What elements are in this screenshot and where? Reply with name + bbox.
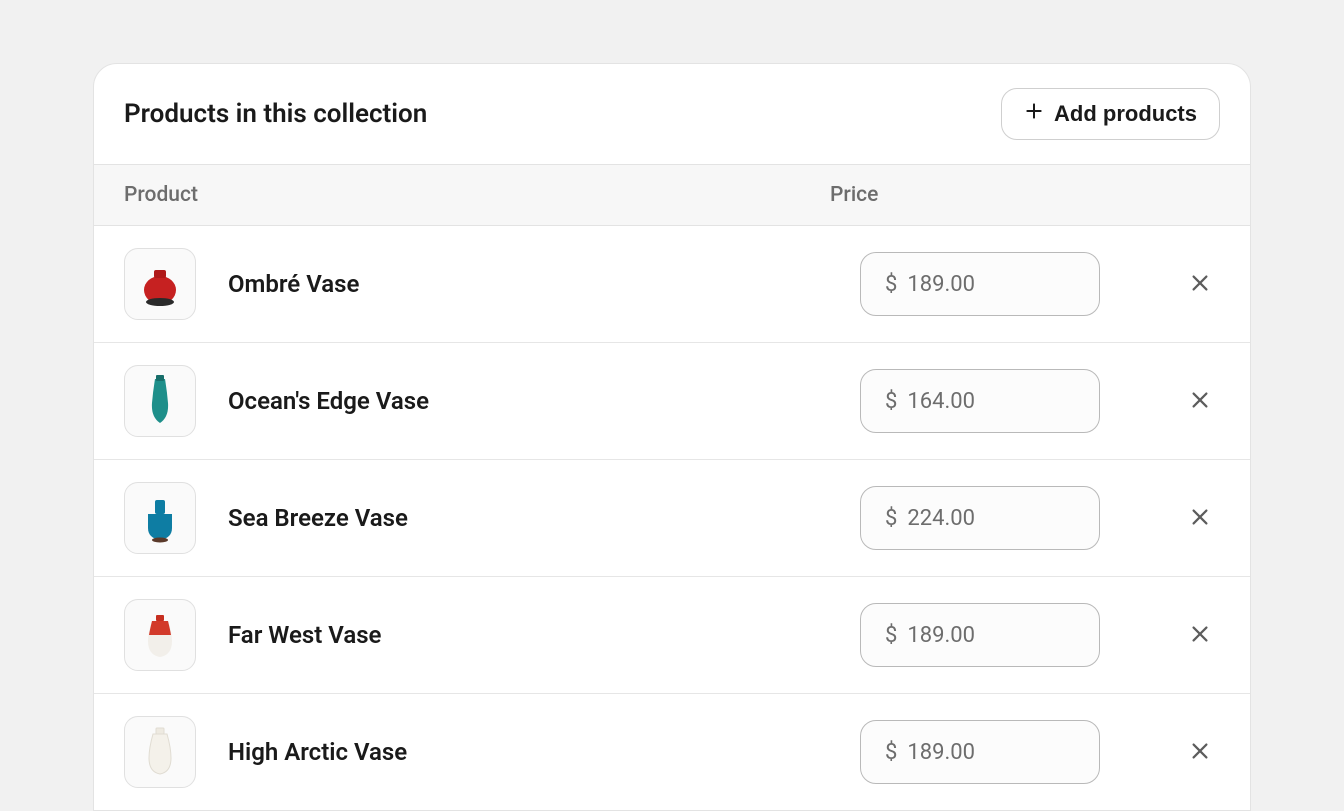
price-field[interactable] — [907, 623, 1075, 648]
card-title: Products in this collection — [124, 99, 427, 129]
price-cell: $ — [860, 720, 1160, 784]
remove-button[interactable] — [1180, 615, 1220, 655]
close-icon — [1189, 506, 1211, 531]
add-products-label: Add products — [1054, 101, 1197, 127]
remove-cell — [1160, 732, 1220, 772]
price-cell: $ — [860, 369, 1160, 433]
close-icon — [1189, 740, 1211, 765]
remove-cell — [1160, 381, 1220, 421]
table-row: Sea Breeze Vase $ — [94, 460, 1250, 577]
table-header: Product Price — [94, 164, 1250, 226]
table-row: High Arctic Vase $ — [94, 694, 1250, 810]
product-thumbnail — [124, 365, 196, 437]
remove-button[interactable] — [1180, 381, 1220, 421]
table-row: Ocean's Edge Vase $ — [94, 343, 1250, 460]
price-input[interactable]: $ — [860, 369, 1100, 433]
price-field[interactable] — [907, 272, 1075, 297]
product-name: High Arctic Vase — [228, 738, 860, 766]
currency-symbol: $ — [885, 623, 897, 648]
price-cell: $ — [860, 252, 1160, 316]
remove-button[interactable] — [1180, 732, 1220, 772]
col-header-price: Price — [830, 183, 1130, 207]
product-name: Ombré Vase — [228, 270, 860, 298]
price-field[interactable] — [907, 740, 1075, 765]
table-row: Far West Vase $ — [94, 577, 1250, 694]
collection-products-card: Products in this collection Add products… — [93, 63, 1251, 811]
product-name: Ocean's Edge Vase — [228, 387, 860, 415]
remove-cell — [1160, 615, 1220, 655]
product-name: Far West Vase — [228, 621, 860, 649]
remove-cell — [1160, 264, 1220, 304]
price-input[interactable]: $ — [860, 720, 1100, 784]
remove-button[interactable] — [1180, 264, 1220, 304]
price-cell: $ — [860, 603, 1160, 667]
close-icon — [1189, 623, 1211, 648]
product-thumbnail — [124, 716, 196, 788]
currency-symbol: $ — [885, 272, 897, 297]
price-input[interactable]: $ — [860, 252, 1100, 316]
currency-symbol: $ — [885, 740, 897, 765]
close-icon — [1189, 272, 1211, 297]
col-header-product: Product — [124, 183, 830, 207]
plus-icon — [1024, 101, 1044, 127]
product-thumbnail — [124, 248, 196, 320]
remove-button[interactable] — [1180, 498, 1220, 538]
product-rows: Ombré Vase$Ocean's Edge Vase$Sea Breeze … — [94, 226, 1250, 810]
price-field[interactable] — [907, 506, 1075, 531]
remove-cell — [1160, 498, 1220, 538]
product-thumbnail — [124, 599, 196, 671]
add-products-button[interactable]: Add products — [1001, 88, 1220, 140]
table-row: Ombré Vase $ — [94, 226, 1250, 343]
price-input[interactable]: $ — [860, 603, 1100, 667]
product-thumbnail — [124, 482, 196, 554]
currency-symbol: $ — [885, 389, 897, 414]
card-header: Products in this collection Add products — [94, 64, 1250, 164]
price-input[interactable]: $ — [860, 486, 1100, 550]
currency-symbol: $ — [885, 506, 897, 531]
close-icon — [1189, 389, 1211, 414]
product-name: Sea Breeze Vase — [228, 504, 860, 532]
price-cell: $ — [860, 486, 1160, 550]
price-field[interactable] — [907, 389, 1075, 414]
